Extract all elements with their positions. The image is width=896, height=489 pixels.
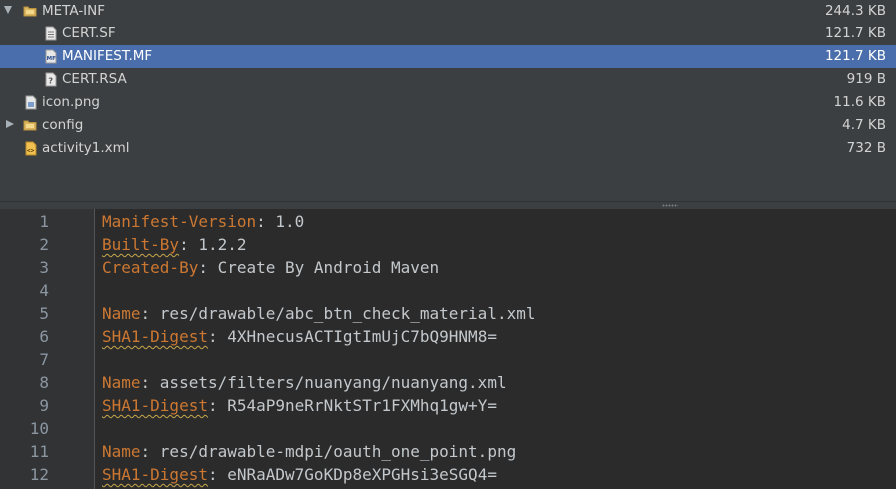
manifest-file-icon: MF — [44, 49, 58, 64]
drag-handle-icon[interactable] — [662, 204, 678, 207]
image-file-icon — [24, 95, 38, 110]
tree-item-config[interactable]: config 4.7 KB — [0, 114, 896, 137]
line-number: 3 — [39, 258, 49, 277]
line-number: 10 — [29, 419, 49, 438]
manifest-key: SHA1-Digest — [102, 465, 208, 484]
tree-item-label: MANIFEST.MF — [62, 48, 153, 64]
svg-text:?: ? — [48, 77, 53, 86]
line-number: 1 — [39, 212, 49, 231]
manifest-value: : R54aP9neRrNktSTr1FXMhq1gw+Y= — [207, 396, 497, 415]
code-line[interactable]: Created-By: Create By Android Maven — [102, 256, 439, 279]
tree-item-icon-png[interactable]: icon.png 11.6 KB — [0, 91, 896, 114]
code-line[interactable]: SHA1-Digest: eNRaADw7GoKDp8eXPGHsi3eSGQ4… — [102, 463, 497, 486]
file-size: 732 B — [846, 140, 886, 156]
manifest-key: Name — [102, 304, 141, 323]
tree-item-label: META-INF — [42, 3, 106, 19]
tree-item-label: activity1.xml — [42, 140, 130, 156]
manifest-value: : assets/filters/nuanyang/nuanyang.xml — [140, 373, 507, 392]
expand-arrow-icon[interactable] — [4, 6, 12, 14]
tree-item-label: CERT.RSA — [62, 71, 127, 87]
tree-item-manifest-mf[interactable]: MF MANIFEST.MF 121.7 KB — [0, 45, 896, 68]
text-file-icon — [44, 26, 58, 41]
tree-item-meta-inf[interactable]: META-INF 244.3 KB — [0, 0, 896, 23]
line-number: 8 — [39, 373, 49, 392]
code-line[interactable]: Name: res/drawable/abc_btn_check_materia… — [102, 302, 535, 325]
code-line[interactable]: Manifest-Version: 1.0 — [102, 210, 304, 233]
code-line[interactable]: Name: res/drawable-mdpi/oauth_one_point.… — [102, 440, 516, 463]
line-number: 5 — [39, 304, 49, 323]
tree-item-cert-rsa[interactable]: ? CERT.RSA 919 B — [0, 68, 896, 91]
manifest-key: Manifest-Version — [102, 212, 257, 231]
tree-item-cert-sf[interactable]: CERT.SF 121.7 KB — [0, 22, 896, 45]
file-size: 4.7 KB — [842, 117, 886, 133]
tree-item-label: CERT.SF — [62, 25, 116, 41]
folder-icon — [23, 4, 37, 19]
code-line[interactable]: SHA1-Digest: 4XHnecusACTIgtImUjC7bQ9HNM8… — [102, 325, 497, 348]
file-size: 244.3 KB — [824, 3, 886, 19]
tree-item-label: icon.png — [42, 94, 100, 110]
file-size: 121.7 KB — [824, 48, 886, 64]
manifest-key: SHA1-Digest — [102, 327, 208, 346]
code-line[interactable]: Name: assets/filters/nuanyang/nuanyang.x… — [102, 371, 507, 394]
panel-splitter[interactable] — [0, 201, 896, 209]
file-tree[interactable]: META-INF 244.3 KB CERT.SF 121.7 KB MF MA… — [0, 0, 896, 201]
line-number: 7 — [39, 350, 49, 369]
line-number: 2 — [39, 235, 49, 254]
file-size: 11.6 KB — [833, 94, 886, 110]
manifest-value: : 1.2.2 — [179, 235, 247, 254]
expand-arrow-icon[interactable] — [6, 120, 14, 128]
manifest-value: : res/drawable-mdpi/oauth_one_point.png — [140, 442, 517, 461]
code-line[interactable]: SHA1-Digest: R54aP9neRrNktSTr1FXMhq1gw+Y… — [102, 394, 497, 417]
svg-text:<>: <> — [27, 148, 35, 155]
manifest-key: Name — [102, 373, 141, 392]
manifest-value: : Create By Android Maven — [198, 258, 440, 277]
line-number-gutter: 1 2 3 4 5 6 7 8 9 10 11 12 — [0, 209, 95, 489]
tree-item-label: config — [42, 117, 84, 133]
folder-icon — [23, 118, 37, 133]
manifest-value: : 1.0 — [256, 212, 305, 231]
manifest-value: : res/drawable/abc_btn_check_material.xm… — [140, 304, 536, 323]
line-number: 11 — [29, 442, 49, 461]
manifest-key: Name — [102, 442, 141, 461]
manifest-key: SHA1-Digest — [102, 396, 208, 415]
code-editor[interactable]: 1 2 3 4 5 6 7 8 9 10 11 12 Manifest-Version: 1.0 Bui… — [0, 209, 896, 489]
file-size: 919 B — [846, 71, 886, 87]
svg-text:MF: MF — [47, 56, 56, 62]
manifest-value: : eNRaADw7GoKDp8eXPGHsi3eSGQ4= — [207, 465, 497, 484]
manifest-key: Created-By — [102, 258, 199, 277]
manifest-value: : 4XHnecusACTIgtImUjC7bQ9HNM8= — [207, 327, 497, 346]
code-line[interactable]: Built-By: 1.2.2 — [102, 233, 247, 256]
tree-item-activity1-xml[interactable]: <> activity1.xml 732 B — [0, 137, 896, 160]
line-number: 4 — [39, 281, 49, 300]
line-number: 9 — [39, 396, 49, 415]
line-number: 12 — [29, 465, 49, 484]
manifest-key: Built-By — [102, 235, 180, 254]
unknown-file-icon: ? — [44, 72, 58, 87]
xml-file-icon: <> — [24, 141, 38, 156]
file-size: 121.7 KB — [824, 25, 886, 41]
line-number: 6 — [39, 327, 49, 346]
